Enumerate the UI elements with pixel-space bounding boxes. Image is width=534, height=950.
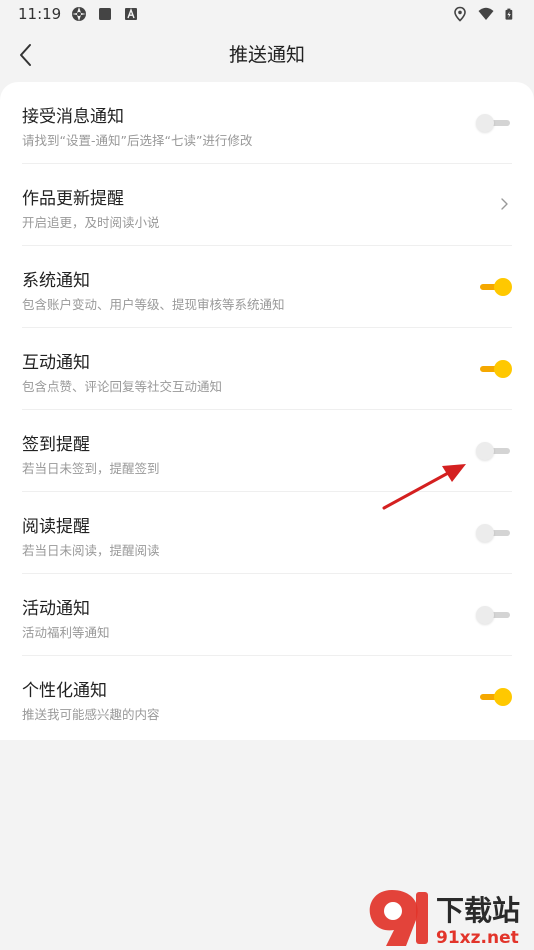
setting-subtitle: 包含账户变动、用户等级、提现审核等系统通知 [22,297,285,312]
setting-title: 签到提醒 [22,435,90,455]
system-notifications-toggle[interactable] [476,277,512,297]
setting-row-activity-notifications[interactable]: 活动通知 活动福利等通知 [22,574,512,656]
setting-row-system-notifications[interactable]: 系统通知 包含账户变动、用户等级、提现审核等系统通知 [22,246,512,328]
battery-charging-icon [505,8,513,20]
toggle-thumb [494,360,512,378]
setting-title: 作品更新提醒 [22,189,124,209]
reading-reminder-toggle[interactable] [476,523,512,543]
location-icon [454,6,466,22]
setting-subtitle: 推送我可能感兴趣的内容 [22,707,160,722]
aperture-icon [72,7,87,21]
chevron-right-icon [501,198,508,210]
status-bar: 11:19 [0,0,534,28]
app-screen: 11:19 推送通知 接受消息通知 请找到“设置-通知”后选择“七读”进行修改 … [0,0,534,950]
square-icon [99,8,112,20]
setting-title: 个性化通知 [22,681,107,701]
setting-row-reading-reminder[interactable]: 阅读提醒 若当日未阅读，提醒阅读 [22,492,512,574]
setting-subtitle: 若当日未阅读，提醒阅读 [22,543,160,558]
personalized-notifications-toggle[interactable] [476,687,512,707]
setting-title: 互动通知 [22,353,90,373]
setting-title: 阅读提醒 [22,517,90,537]
status-left: 11:19 [18,5,139,23]
setting-row-checkin-reminder[interactable]: 签到提醒 若当日未签到，提醒签到 [22,410,512,492]
setting-subtitle: 活动福利等通知 [22,625,110,640]
activity-notifications-toggle[interactable] [476,605,512,625]
setting-subtitle: 请找到“设置-通知”后选择“七读”进行修改 [22,133,253,148]
watermark-brand-text: 下载站 [436,894,520,927]
toggle-thumb [476,606,494,624]
wifi-icon [478,7,494,20]
settings-card: 接受消息通知 请找到“设置-通知”后选择“七读”进行修改 作品更新提醒 开启追更… [0,82,534,740]
toggle-thumb [494,278,512,296]
header-bar: 推送通知 [0,30,534,80]
toggle-thumb [476,114,494,132]
watermark-domain-text: 91xz.net [436,928,519,948]
accept-notifications-toggle[interactable] [476,113,512,133]
setting-title: 接受消息通知 [22,107,124,127]
status-time: 11:19 [18,5,62,23]
a-box-icon [125,8,138,20]
toggle-thumb [476,524,494,542]
setting-row-work-update[interactable]: 作品更新提醒 开启追更，及时阅读小说 [22,164,512,246]
status-right [452,6,516,22]
setting-title: 系统通知 [22,271,90,291]
toggle-thumb [476,442,494,460]
setting-row-interaction-notifications[interactable]: 互动通知 包含点赞、评论回复等社交互动通知 [22,328,512,410]
page-title: 推送通知 [228,44,305,66]
watermark: 下载站 91xz.net [362,880,534,950]
setting-subtitle: 包含点赞、评论回复等社交互动通知 [22,379,223,394]
setting-row-accept-notifications[interactable]: 接受消息通知 请找到“设置-通知”后选择“七读”进行修改 [22,82,512,164]
watermark-logo: 下载站 91xz.net [369,890,520,948]
interaction-notifications-toggle[interactable] [476,359,512,379]
setting-row-personalized-notifications[interactable]: 个性化通知 推送我可能感兴趣的内容 [22,656,512,738]
setting-title: 活动通知 [22,599,90,619]
setting-subtitle: 开启追更，及时阅读小说 [22,215,160,230]
toggle-thumb [494,688,512,706]
setting-subtitle: 若当日未签到，提醒签到 [22,461,160,476]
checkin-reminder-toggle[interactable] [476,441,512,461]
